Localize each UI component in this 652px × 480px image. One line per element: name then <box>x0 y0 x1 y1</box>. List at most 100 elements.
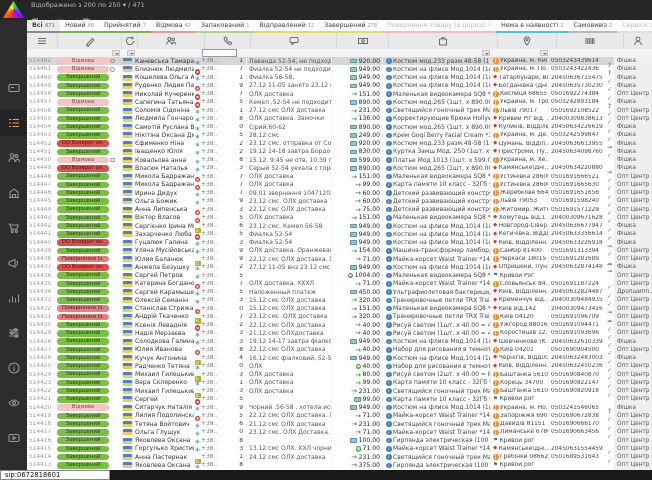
column-manager[interactable] <box>624 33 652 49</box>
order-row[interactable]: 514417ЗавершенийОльга Глущук*+38..023.12… <box>27 428 652 436</box>
order-row[interactable]: 514418ЗавершенийТетяна Войтович*+38..621… <box>27 420 652 428</box>
order-row[interactable]: 514453ЗавершенийНікітіна Оксана Дми..*+3… <box>27 131 652 139</box>
order-row[interactable]: 514414ЗавершенийАнна Пастернакlc+38..124… <box>27 453 652 461</box>
page-size-dropdown-icon[interactable]: ▾ <box>123 1 126 9</box>
order-row[interactable]: 514425ЗавершенийРадченко Тетяна*+38..0ОЛ… <box>27 362 652 370</box>
order-row[interactable]: 514454ЗавершенийСамотій Руслана Во..*+38… <box>27 123 652 131</box>
order-row[interactable]: 514420ВідмоваСитарчук Наталія Гр..*+38..… <box>27 404 652 412</box>
status-tab[interactable]: Нема в наявності1 <box>496 20 568 33</box>
price-cell: →60.00 <box>331 190 382 197</box>
order-row[interactable]: 514447ЗавершенийМикола Бадражан+38..7ОЛХ… <box>27 181 652 189</box>
sidebar-item-company[interactable] <box>0 180 27 206</box>
column-products[interactable] <box>389 33 498 49</box>
phone-filter-input[interactable] <box>202 49 237 57</box>
column-address[interactable] <box>498 33 557 49</box>
order-row[interactable]: 514429ЗавершенийНадія Мерзаєва*+38..321.… <box>27 329 652 337</box>
order-row[interactable]: 514422ЗавершенийМихаил Гилецькийlc+38..3… <box>27 387 652 395</box>
order-row[interactable]: 514451ЗавершенийІващенко Юлія*+38..219.1… <box>27 148 652 156</box>
order-row[interactable]: 514443ЗавершенийВіктор Власов+38..5ОЛХ д… <box>27 214 652 222</box>
order-row[interactable]: 514419ЗавершенийЛилия Подолинская+38..52… <box>27 412 652 420</box>
status-tab[interactable]: Повернення товару (в дорозі)0 <box>382 20 496 33</box>
order-row[interactable]: 514441ЗавершенийЗахарченко Люба+38..5Фиа… <box>27 230 652 238</box>
sidebar-item-orders[interactable] <box>0 110 27 136</box>
order-row[interactable]: 514457ВідмоваСапегина Татьяна С..+38..5К… <box>27 98 652 106</box>
order-row[interactable]: 514439ЗавершенийУляна Мусійовська*+38..9… <box>27 247 652 255</box>
order-row[interactable]: 514461ВідмоваБлизнюк Людмила ..+38..7Фиа… <box>27 65 652 73</box>
phone-number: +38.. <box>201 157 217 163</box>
order-row[interactable]: 514427ЗавершенийЮлия Иванова+38..822.12 … <box>27 346 652 354</box>
column-tracking[interactable] <box>557 33 624 49</box>
column-payment[interactable] <box>337 33 389 49</box>
tracking-cell: 20400309838613 <box>548 116 605 122</box>
app-logo-icon[interactable] <box>3 1 24 18</box>
order-row[interactable]: 514434ЗавершенийСергей Карамышев*+38..5Н… <box>27 288 652 296</box>
order-row[interactable]: 514413ЗавершенийЯковлева Оксана*+38..8→3… <box>27 461 652 469</box>
comment-cell: 19.12 14-17 завтра фіалковий,.. <box>246 338 331 345</box>
order-row[interactable]: 514421ЗавершенийСергей+38..599.00iКарта … <box>27 395 652 403</box>
order-row[interactable]: 514440DO Возврат ок.Гуцалюк Галина*+38..… <box>27 239 652 247</box>
sidebar-item-purchases[interactable] <box>0 215 27 241</box>
column-customer[interactable] <box>138 33 205 49</box>
order-row[interactable]: 514426ЗавершенийКучук Антонинаlc+38..416… <box>27 354 652 362</box>
tracking-cell: 0503243439614 <box>548 58 605 64</box>
column-status[interactable] <box>58 33 122 49</box>
order-row[interactable]: 514435ЗавершенийКатерина Богданова+38..7… <box>27 280 652 288</box>
order-row[interactable]: 514452DO Возврат ок.Єфименко Ніна*+38..2… <box>27 140 652 148</box>
order-row[interactable]: 514444ЗавершенийАнна Липенська+38..322.1… <box>27 206 652 214</box>
order-row[interactable]: 514458ЗавершенийНиколай Кучеренко+38..7О… <box>27 90 652 98</box>
order-row[interactable]: 514442ЗавершенийСергієнко Ірина Ми..lc+3… <box>27 222 652 230</box>
order-row[interactable]: 514437DO Возврат ок.Анжела Безушку*+38..… <box>27 263 652 271</box>
status-tab[interactable]: Новий48 <box>60 20 99 33</box>
column-country[interactable] <box>122 33 138 49</box>
sidebar-item-watch[interactable] <box>0 390 27 416</box>
order-row[interactable]: 514430ЗавершенийКсенія Леваднія+38..222.… <box>27 321 652 329</box>
column-id[interactable] <box>27 33 58 49</box>
order-row[interactable]: 514460ЗавершенийКошелева Ольга Ар..*+38.… <box>27 74 652 82</box>
status-tab[interactable]: Запакований1 <box>196 20 255 33</box>
product-filter-dropdown[interactable] <box>482 50 490 57</box>
order-row[interactable]: 514415ЗавершенийГоргулько Христина..*+38… <box>27 445 652 453</box>
order-row[interactable]: 514436ЗавершенийСергей Петров*+38..5₴100… <box>27 272 652 280</box>
status-filter-dropdown[interactable] <box>112 50 120 57</box>
status-tab[interactable]: Відправлений12 <box>254 20 319 33</box>
address-cell: JДавидів 81151 <box>490 421 548 427</box>
order-row[interactable]: 514438Повернення (з.Юлия Баланюкlc+38..9… <box>27 255 652 263</box>
order-row[interactable]: 514455ЗавершенийЛюдмила Гончарова*+38..8… <box>27 115 652 123</box>
status-tab[interactable]: Всі471 <box>27 20 60 33</box>
order-row[interactable]: 514423ЗавершенийВера Скляренко*+38..1ОЛХ… <box>27 379 652 387</box>
column-phone[interactable] <box>205 33 251 49</box>
status-tab[interactable]: Прийнятий7 <box>99 20 151 33</box>
sidebar-item-info[interactable] <box>0 355 27 381</box>
order-row[interactable]: 514459ЗавершенийРуденко Лидия Пав..+38..… <box>27 82 652 90</box>
order-row[interactable]: 514462ВідмоваКаневська Тамара ..*+38..1Л… <box>27 57 652 65</box>
order-row[interactable]: 514445ЗавершенийОльга Божик*+38..923.12 … <box>27 197 652 205</box>
sidebar-item-workspace[interactable] <box>0 75 27 101</box>
order-row[interactable]: 514450ВідмоваКовальова анна*+38..815.12.… <box>27 156 652 164</box>
country-cell <box>120 66 135 72</box>
order-row[interactable]: 514448ЗавершенийМикола Бадражан+38..7ОЛХ… <box>27 173 652 181</box>
sip-call-chip[interactable]: sip:0672818601 <box>0 470 110 480</box>
order-row[interactable]: 514431Повернення (з.Андрій Ткаченкоlc+38… <box>27 313 652 321</box>
order-row[interactable]: 514456ЗавершенийСоломія Сідоніна*+38..12… <box>27 107 652 115</box>
order-row[interactable]: 514446ЗавершенийИрина Дидух*+38..709.01 … <box>27 189 652 197</box>
sidebar-item-customers[interactable] <box>0 145 27 171</box>
order-row[interactable]: 514433ЗавершенийОлексій Семанін*+38..315… <box>27 296 652 304</box>
sidebar-item-statistics[interactable] <box>0 285 27 311</box>
status-tab[interactable]: Завершений278 <box>319 20 382 33</box>
order-row[interactable]: 514416ЗавершенийЯковлева Оксана*+38..810… <box>27 437 652 445</box>
order-row[interactable]: 514432Повернення (з.Станіслав Стрижак+38… <box>27 305 652 313</box>
order-row[interactable]: 514449DO Возврат ок.Власюк Наталья*+38..… <box>27 164 652 172</box>
order-row[interactable]: 514424ЗавершенийМихаил Гилецькийlc+38..3… <box>27 371 652 379</box>
tab-count: 2 <box>609 23 612 29</box>
status-tab[interactable]: Сервіси0 <box>617 20 652 33</box>
sidebar-item-settings[interactable] <box>0 320 27 346</box>
address-filter-dropdown[interactable] <box>540 50 548 57</box>
status-tab[interactable]: Самовивіз2 <box>569 20 618 33</box>
country-filter-dropdown[interactable] <box>127 50 135 57</box>
phone-number: +38.. <box>201 116 217 122</box>
order-row[interactable]: 514428ЗавершенийСолодкова Галина В..*+38… <box>27 338 652 346</box>
column-comments[interactable] <box>251 33 337 49</box>
sidebar-item-video[interactable] <box>0 425 27 451</box>
status-tab[interactable]: Відмова42 <box>151 20 196 33</box>
sidebar-item-promotion[interactable] <box>0 250 27 276</box>
